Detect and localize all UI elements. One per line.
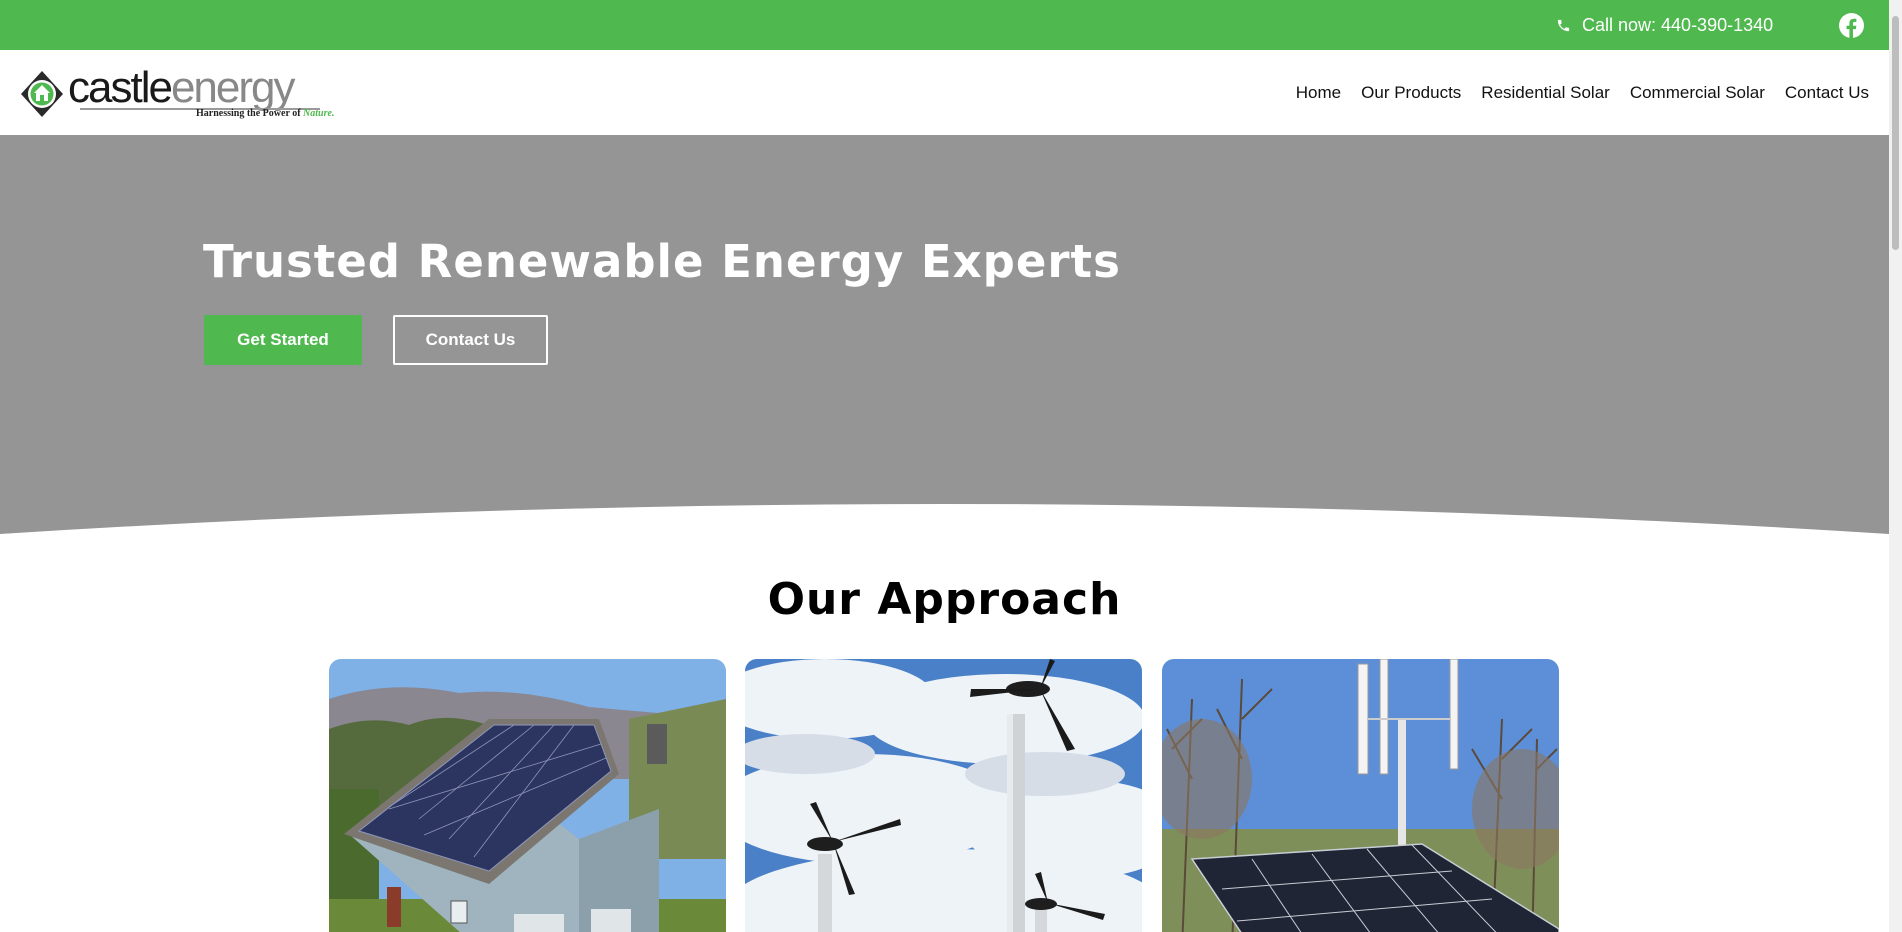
house-solar-roof-image	[329, 659, 726, 932]
approach-card-commercial[interactable]	[1162, 659, 1559, 932]
logo-word-energy: energy	[170, 63, 296, 112]
our-approach-title: Our Approach	[767, 574, 1122, 625]
logo-tagline-prefix: Harnessing the Power of	[196, 108, 304, 119]
call-now-label: Call now: 440-390-1340	[1582, 14, 1774, 35]
logo-word-castle: castle	[68, 63, 173, 112]
nav-residential-solar[interactable]: Residential Solar	[1481, 83, 1610, 103]
castle-energy-logo[interactable]: castleenergy Harnessing the Power of Nat…	[20, 63, 350, 122]
nav-our-products[interactable]: Our Products	[1361, 83, 1461, 103]
page-scrollbar[interactable]	[1889, 0, 1902, 932]
hero-title: Trusted Renewable Energy Experts	[203, 235, 1121, 288]
page: Call now: 440-390-1340 castleenergy Harn…	[0, 0, 1902, 932]
call-now-link[interactable]: Call now: 440-390-1340	[1556, 0, 1773, 50]
logo-tagline-emphasis: Nature.	[303, 108, 335, 119]
site-header: castleenergy Harnessing the Power of Nat…	[0, 50, 1889, 135]
hero-wave-divider	[0, 504, 1889, 540]
ground-solar-array-image	[1162, 659, 1559, 932]
hero-contact-us-button[interactable]: Contact Us	[393, 315, 548, 365]
main-nav: Home Our Products Residential Solar Comm…	[1276, 50, 1869, 135]
approach-card-wind[interactable]	[745, 659, 1142, 932]
top-bar: Call now: 440-390-1340	[0, 0, 1889, 50]
logo-wordmark: castleenergy	[68, 62, 296, 114]
nav-commercial-solar[interactable]: Commercial Solar	[1630, 83, 1765, 103]
house-logo-icon	[21, 71, 63, 117]
hero-section: Trusted Renewable Energy Experts Get Sta…	[0, 135, 1889, 535]
nav-contact-us[interactable]: Contact Us	[1785, 83, 1869, 103]
wind-turbines-image	[745, 659, 1142, 932]
nav-home[interactable]: Home	[1296, 83, 1341, 103]
phone-icon	[1557, 19, 1570, 31]
scrollbar-thumb[interactable]	[1892, 16, 1899, 250]
approach-card-residential[interactable]	[329, 659, 726, 932]
logo-tagline: Harnessing the Power of Nature.	[196, 108, 334, 119]
facebook-icon[interactable]	[1839, 13, 1864, 38]
get-started-button[interactable]: Get Started	[204, 315, 362, 365]
